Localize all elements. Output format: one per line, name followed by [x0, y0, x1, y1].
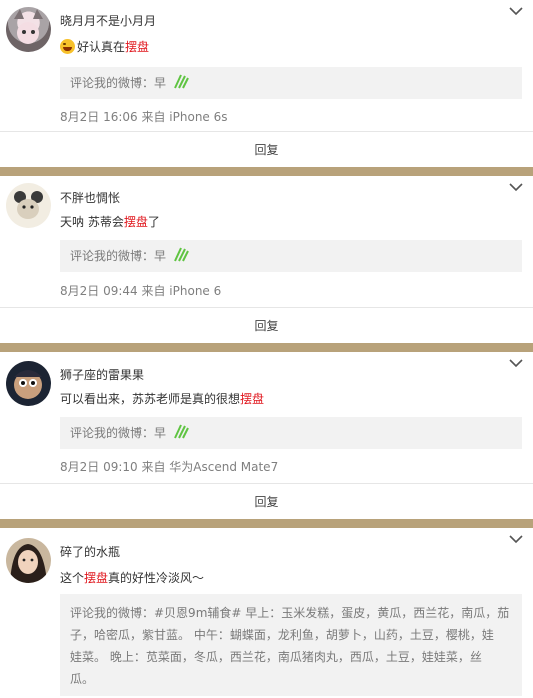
avatar[interactable] — [6, 538, 51, 583]
comment-body: 好认真在摆盘 — [60, 38, 149, 55]
zao-sticker-icon — [173, 247, 189, 262]
quoted-weibo[interactable]: 评论我的微博：早 — [60, 417, 522, 449]
divider — [0, 307, 533, 308]
comment-card: 晓月月不是小月月 好认真在摆盘 评论我的微博：早 8月2日 16:06 来自 i… — [0, 0, 533, 167]
quoted-weibo[interactable]: 评论我的微博：早 — [60, 67, 522, 99]
reply-button[interactable]: 回复 — [0, 317, 533, 334]
avatar[interactable] — [6, 361, 51, 406]
chevron-down-icon[interactable] — [509, 534, 523, 544]
avatar[interactable] — [6, 183, 51, 228]
comment-author[interactable]: 狮子座的雷果果 — [60, 366, 144, 383]
chevron-down-icon[interactable] — [509, 6, 523, 16]
comment-body: 天呐 苏蒂会摆盘了 — [60, 215, 160, 229]
comment-author[interactable]: 碎了的水瓶 — [60, 543, 120, 560]
quoted-weibo[interactable]: 评论我的微博：早 — [60, 240, 522, 272]
comment-author[interactable]: 不胖也惆怅 — [60, 189, 120, 206]
highlight-keyword[interactable]: 摆盘 — [84, 571, 108, 585]
reply-button[interactable]: 回复 — [0, 141, 533, 158]
comment-meta: 8月2日 09:44 来自 iPhone 6 — [60, 284, 222, 298]
comment-card: 狮子座的雷果果 可以看出来，苏苏老师是真的很想摆盘 评论我的微博：早 8月2日 … — [0, 352, 533, 519]
zao-sticker-icon — [173, 74, 189, 89]
comment-meta: 8月2日 16:06 来自 iPhone 6s — [60, 110, 228, 124]
chevron-down-icon[interactable] — [509, 358, 523, 368]
zao-sticker-icon — [173, 424, 189, 439]
highlight-keyword[interactable]: 摆盘 — [124, 215, 148, 229]
separator — [0, 167, 533, 176]
separator — [0, 343, 533, 352]
comment-body: 这个摆盘真的好性冷淡风～ — [60, 571, 205, 585]
comment-card: 不胖也惆怅 天呐 苏蒂会摆盘了 评论我的微博：早 8月2日 09:44 来自 i… — [0, 176, 533, 343]
avatar[interactable] — [6, 7, 51, 52]
highlight-keyword[interactable]: 摆盘 — [240, 392, 264, 406]
comment-card: 碎了的水瓶 这个摆盘真的好性冷淡风～ 评论我的微博：#贝恩9m辅食# 早上：玉米… — [0, 528, 533, 698]
divider — [0, 131, 533, 132]
highlight-keyword[interactable]: 摆盘 — [125, 40, 149, 54]
separator — [0, 519, 533, 528]
reply-button[interactable]: 回复 — [0, 493, 533, 510]
comment-meta: 8月2日 09:10 来自 华为Ascend Mate7 — [60, 460, 279, 474]
comment-body: 可以看出来，苏苏老师是真的很想摆盘 — [60, 392, 265, 406]
divider — [0, 483, 533, 484]
comment-author[interactable]: 晓月月不是小月月 — [60, 12, 156, 29]
chevron-down-icon[interactable] — [509, 182, 523, 192]
laughing-emoji-icon — [60, 39, 75, 54]
